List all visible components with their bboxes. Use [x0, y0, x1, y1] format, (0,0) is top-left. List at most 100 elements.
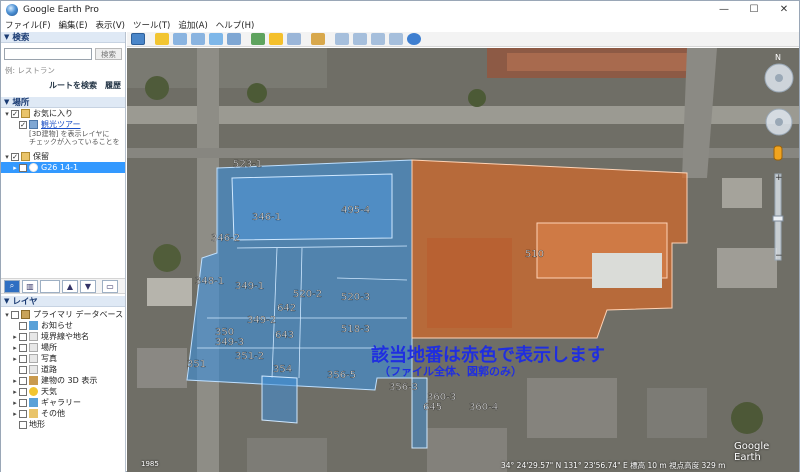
expand-icon[interactable]: ▸ [11, 399, 19, 407]
expand-icon[interactable]: ▸ [11, 333, 19, 341]
search-panel-header[interactable]: ▼ 検索 [1, 32, 125, 43]
parcel-label: 643 [275, 330, 294, 341]
search-button[interactable]: 検索 [95, 48, 122, 60]
history-link[interactable]: 履歴 [105, 80, 121, 91]
tour-link[interactable]: 観光ツアー [41, 119, 81, 130]
parcel-label: 349-1 [235, 281, 264, 292]
street-view-pegman-icon [773, 145, 783, 161]
layer-checkbox[interactable] [19, 343, 27, 352]
layer-checkbox[interactable] [19, 409, 27, 418]
favorites-checkbox[interactable]: ✓ [11, 109, 19, 118]
layer-item[interactable]: お知らせ [1, 320, 125, 331]
tree-row-tour[interactable]: ✓ 観光ツアー [1, 119, 125, 130]
google-earth-window: Google Earth Pro — ☐ ✕ ファイル(F) 編集(E) 表示(… [0, 0, 800, 472]
search-places-icon[interactable]: ⌕ [4, 279, 20, 293]
planet-icon[interactable] [287, 33, 301, 45]
historical-imagery-icon[interactable] [251, 33, 265, 45]
expand-icon[interactable]: ▸ [11, 164, 19, 172]
sidebar-toggle-icon[interactable] [131, 33, 145, 45]
route-search-link[interactable]: ルートを検索 [49, 80, 97, 91]
expand-icon[interactable]: ▸ [11, 355, 19, 363]
split-view-icon[interactable]: ▥ [22, 279, 38, 293]
move-down-icon[interactable]: ▼ [80, 279, 96, 293]
minimize-button[interactable]: — [709, 1, 739, 18]
expand-icon[interactable]: ▾ [3, 110, 11, 118]
layer-checkbox[interactable] [19, 387, 27, 396]
folder-add-icon[interactable]: ▭ [102, 279, 118, 293]
tree-row-saved[interactable]: ▾ ✓ 保留 [1, 151, 125, 162]
layer-checkbox[interactable] [19, 420, 27, 429]
ruler-icon[interactable] [311, 33, 325, 45]
layer-primary-database[interactable]: ▾ プライマリ データベース [1, 309, 125, 320]
layer-item[interactable]: ▸ 天気 [1, 386, 125, 397]
tour-checkbox[interactable]: ✓ [19, 120, 27, 129]
weather-icon [29, 387, 38, 396]
menu-view[interactable]: 表示(V) [92, 19, 129, 31]
layer-label: 境界線や地名 [41, 332, 89, 341]
expand-icon[interactable]: ▸ [11, 377, 19, 385]
blank-field[interactable] [40, 279, 60, 293]
sun-icon[interactable] [269, 33, 283, 45]
print-icon[interactable] [353, 33, 367, 45]
collapse-triangle-icon: ▼ [4, 297, 10, 305]
expand-icon[interactable]: ▸ [11, 388, 19, 396]
primary-checkbox[interactable] [11, 310, 19, 319]
polygon-icon[interactable] [173, 33, 187, 45]
saved-checkbox[interactable]: ✓ [11, 152, 19, 161]
layer-item[interactable]: 地形 [1, 419, 125, 430]
email-icon[interactable] [335, 33, 349, 45]
layer-item[interactable]: ▸ ギャラリー [1, 397, 125, 408]
layers-panel-header[interactable]: ▼ レイヤ [1, 296, 125, 307]
parcel-label: 354 [273, 364, 292, 375]
layer-item[interactable]: ▸ 境界線や地名 [1, 331, 125, 342]
gallery-icon [29, 398, 38, 407]
layer-checkbox[interactable] [19, 376, 27, 385]
menu-edit[interactable]: 編集(E) [55, 19, 92, 31]
placemark-icon[interactable] [155, 33, 169, 45]
layer-item[interactable]: ▸ 写真 [1, 353, 125, 364]
menu-tools[interactable]: ツール(T) [129, 19, 174, 31]
layers-header-label: レイヤ [12, 297, 38, 307]
layer-item[interactable]: ▸ その他 [1, 408, 125, 419]
map-view[interactable]: 523-1 346-1 495-4 346-2 348-1 349-1 520-… [127, 48, 799, 472]
folder-icon [21, 109, 30, 118]
layer-checkbox[interactable] [19, 332, 27, 341]
path-icon[interactable] [191, 33, 205, 45]
menu-add[interactable]: 追加(A) [174, 19, 211, 31]
close-button[interactable]: ✕ [769, 1, 799, 18]
menu-help[interactable]: ヘルプ(H) [212, 19, 259, 31]
layer-item[interactable]: ▸ 建物の 3D 表示 [1, 375, 125, 386]
expand-icon[interactable]: ▸ [11, 410, 19, 418]
layer-checkbox[interactable] [19, 398, 27, 407]
search-input[interactable] [4, 48, 92, 60]
layer-label: 地形 [29, 420, 45, 429]
maximize-button[interactable]: ☐ [739, 1, 769, 18]
places-panel-header[interactable]: ▼ 場所 [1, 97, 125, 108]
record-tour-icon[interactable] [227, 33, 241, 45]
tree-row-favorites[interactable]: ▾ ✓ お気に入り [1, 108, 125, 119]
satellite-imagery[interactable]: 523-1 346-1 495-4 346-2 348-1 349-1 520-… [127, 48, 799, 472]
tree-row-selected-file[interactable]: ▸ ✓ G26 14-1 [1, 162, 125, 173]
zoom-in-icon[interactable]: + [775, 173, 783, 183]
layer-checkbox[interactable] [19, 365, 27, 374]
layer-item[interactable]: ▸ 場所 [1, 342, 125, 353]
expand-icon[interactable]: ▾ [3, 153, 11, 161]
layers-tree: ▾ プライマリ データベース お知らせ ▸ 境界線や地名 ▸ 場所 ▸ 写真 道… [1, 309, 125, 430]
layer-checkbox[interactable] [19, 354, 27, 363]
collapse-triangle-icon: ▼ [4, 98, 10, 106]
tour-description-line1: [3D建物] を表示レイヤに [29, 130, 110, 138]
layer-checkbox[interactable] [19, 321, 27, 330]
view-in-maps-icon[interactable] [389, 33, 403, 45]
earth-icon[interactable] [407, 33, 421, 45]
move-up-icon[interactable]: ▲ [62, 279, 78, 293]
zoom-out-icon[interactable]: − [775, 251, 783, 261]
expand-icon[interactable]: ▾ [3, 311, 11, 319]
file-checkbox[interactable]: ✓ [19, 163, 27, 172]
expand-icon[interactable]: ▸ [11, 344, 19, 352]
overlay-icon[interactable] [209, 33, 223, 45]
save-image-icon[interactable] [371, 33, 385, 45]
places-toolbar: ⌕ ▥ ▲ ▼ ▭ [1, 278, 125, 294]
layer-label: 建物の 3D 表示 [41, 376, 98, 385]
menu-file[interactable]: ファイル(F) [1, 19, 55, 31]
layer-item[interactable]: 道路 [1, 364, 125, 375]
